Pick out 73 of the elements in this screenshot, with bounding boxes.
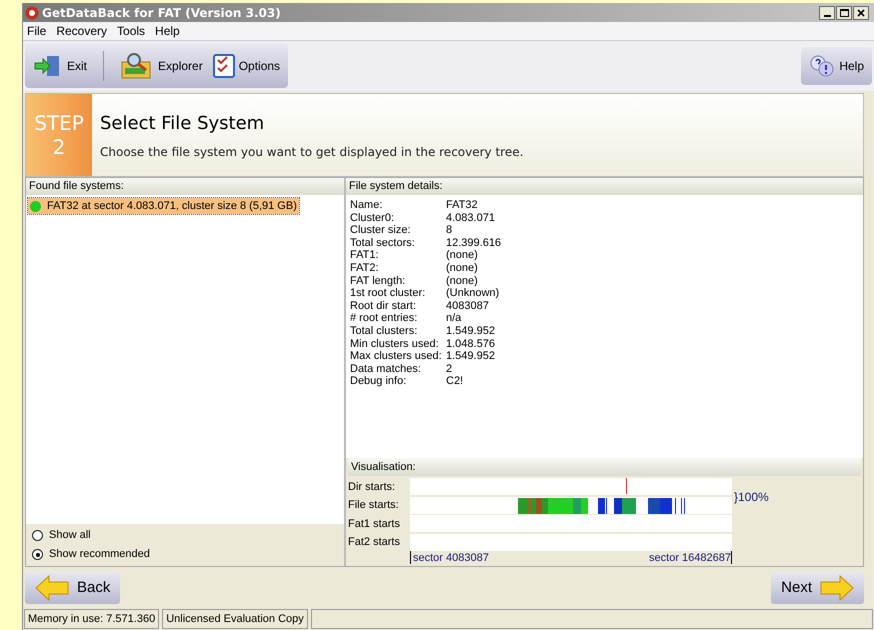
- detail-label: Total clusters:: [350, 324, 418, 338]
- close-icon: [857, 8, 865, 16]
- detail-label: 1st root cluster:: [350, 287, 426, 300]
- radio-button[interactable]: [32, 530, 43, 541]
- detail-value: (none): [446, 274, 478, 288]
- next-button[interactable]: Next: [771, 572, 864, 604]
- exit-button[interactable]: Exit: [31, 51, 90, 81]
- menu-item[interactable]: File: [27, 22, 46, 40]
- app-icon: [25, 6, 39, 20]
- menu-item[interactable]: Help: [155, 22, 180, 40]
- maximize-icon: [840, 8, 848, 16]
- detail-label: # root entries:: [350, 312, 418, 325]
- detail-label: Min clusters used:: [350, 338, 440, 350]
- step-description: Choose the file system you want to get displayed in the recovery tree.: [100, 144, 524, 160]
- detail-value: 2: [446, 362, 452, 376]
- explorer-button[interactable]: Explorer: [118, 51, 205, 81]
- right-arrow-icon: [820, 575, 854, 601]
- detail-value: 1.549.952: [446, 324, 495, 338]
- menu-item[interactable]: Recovery: [56, 22, 108, 40]
- status-field: Unlicensed Evaluation Copy: [162, 609, 308, 629]
- detail-value: (none): [446, 262, 478, 275]
- sector-label: sector 16482687: [649, 553, 731, 564]
- minimize-button[interactable]: [819, 6, 835, 20]
- percent-label: }100%: [734, 489, 769, 506]
- detail-value: (Unknown): [446, 287, 500, 300]
- checklist-icon: [212, 54, 235, 78]
- detail-label: Debug info:: [350, 375, 408, 388]
- detail-label: Data matches:: [350, 362, 422, 376]
- step-number: 2: [52, 135, 66, 159]
- detail-value: 4.083.071: [446, 212, 495, 224]
- detail-label: Cluster0:: [350, 212, 396, 224]
- radio-label[interactable]: Show all: [49, 527, 91, 544]
- detail-value: 1.549.952: [446, 350, 495, 363]
- detail-label: Total sectors:: [350, 236, 416, 250]
- step-label: STEP: [34, 111, 84, 135]
- minimize-icon: [824, 14, 830, 16]
- detail-value: 12.399.616: [446, 236, 502, 250]
- back-button[interactable]: Back: [25, 572, 120, 604]
- detail-label: FAT length:: [350, 274, 406, 288]
- detail-value: 8: [446, 224, 452, 237]
- detail-value: C2!: [446, 375, 464, 388]
- file-system-item[interactable]: FAT32 at sector 4.083.071, cluster size 8 (5,91 GB): [28, 198, 299, 214]
- detail-label: Max clusters used:: [350, 350, 443, 363]
- maximize-button[interactable]: [836, 6, 852, 20]
- row-label: Dir starts:: [348, 480, 396, 494]
- detail-value: 4083087: [446, 300, 489, 312]
- status-field: Memory in use: 7.571.360: [24, 609, 160, 629]
- detail-value: 1.048.576: [446, 338, 495, 350]
- detail-label: FAT2:: [350, 262, 380, 275]
- help-bubbles-icon: [809, 55, 836, 77]
- row-label: Fat2 starts: [348, 535, 401, 550]
- left-arrow-icon: [35, 575, 69, 601]
- menu-item[interactable]: Tools: [117, 22, 146, 40]
- detail-value: FAT32: [446, 199, 478, 212]
- radio-label[interactable]: Show recommended: [49, 546, 150, 563]
- detail-label: FAT1:: [350, 249, 380, 262]
- step-title: Select File System: [100, 112, 266, 136]
- detail-value: (none): [446, 249, 478, 262]
- radio-button[interactable]: [32, 549, 43, 560]
- detail-value: n/a: [446, 312, 462, 325]
- close-button[interactable]: [853, 6, 869, 20]
- panel-header: Visualisation:: [348, 458, 861, 476]
- detail-label: Cluster size:: [350, 224, 412, 237]
- options-button[interactable]: Options: [210, 51, 282, 81]
- detail-label: Name:: [350, 199, 384, 212]
- window-title: GetDataBack for FAT (Version 3.03): [42, 4, 282, 22]
- sector-label: sector 4083087: [412, 553, 489, 564]
- marker-line: [626, 478, 628, 494]
- panel-header: File system details:: [346, 178, 863, 195]
- detail-label: Root dir start:: [350, 300, 418, 312]
- row-label: Fat1 starts: [348, 516, 401, 532]
- panel-header: Found file systems:: [26, 178, 344, 195]
- row-label: File starts:: [348, 498, 400, 513]
